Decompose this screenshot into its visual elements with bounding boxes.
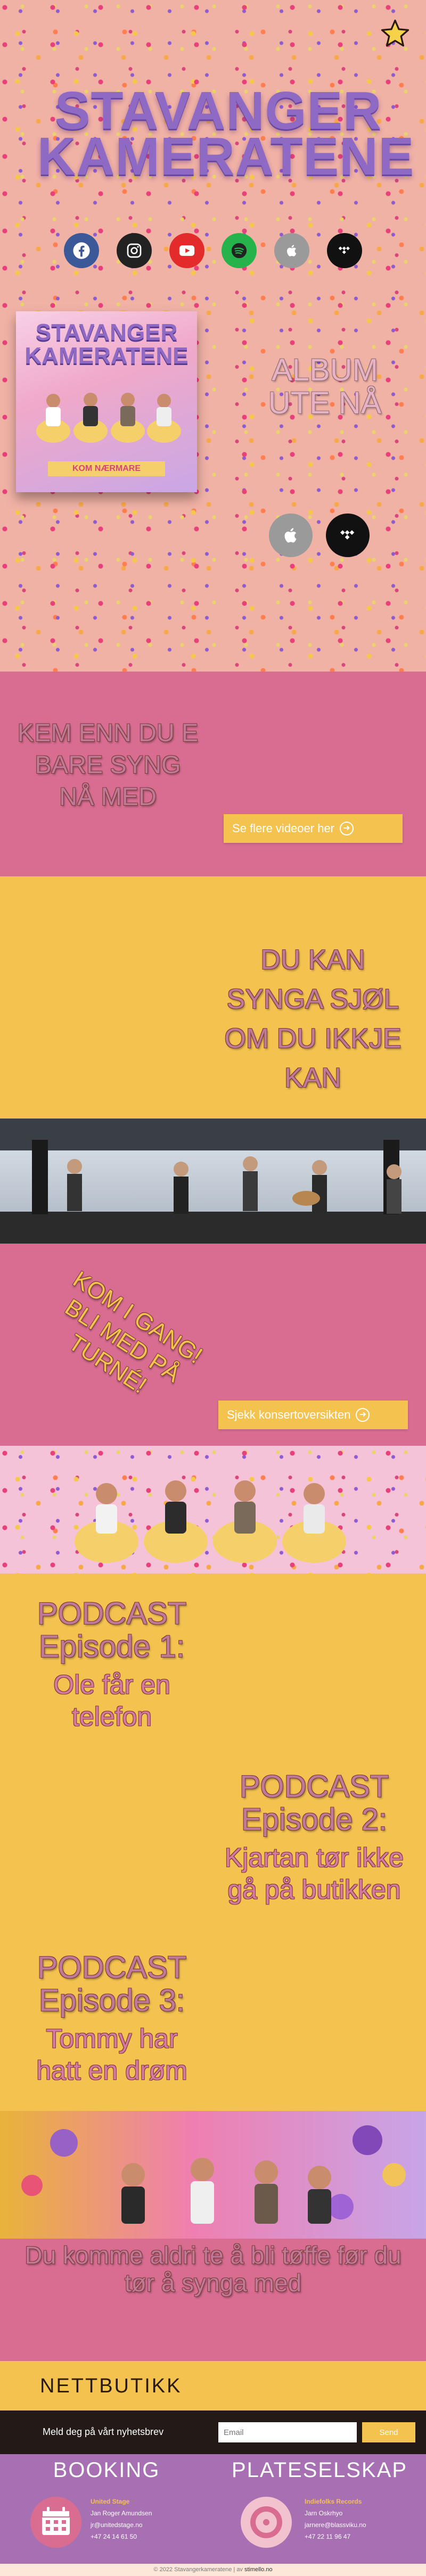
youtube-icon[interactable] (169, 233, 204, 268)
tidal-store-button[interactable] (326, 513, 370, 557)
podcast-episode-number: Episode 3: (38, 1983, 185, 2018)
tidal-icon[interactable] (326, 233, 362, 268)
band-logo-title: STAVANGER KAMERATENE (37, 84, 415, 186)
arrow-right-icon: ➜ (340, 822, 354, 835)
credit-link[interactable]: stimello.no (244, 2566, 273, 2573)
calendar-icon (30, 2497, 81, 2548)
concert-overview-label: Sjekk konsertoversikten (227, 1408, 351, 1421)
apple-music-store-button[interactable] (269, 513, 313, 557)
album-cover-title-line2: KAMERATENE (24, 343, 189, 369)
podcast-episode-1[interactable]: PODCAST Episode 1: Ole får en telefon (32, 1597, 192, 1733)
podcast-episode-number: Episode 2: (241, 1802, 388, 1837)
copyright-text: © 2022 Stavangerkameratene | av (153, 2566, 243, 2573)
videos-heading: KEM ENN DU E BARE SYNG NÅ MED (17, 718, 199, 810)
album-announcement-line1: ALBUM (272, 353, 378, 387)
podcast-label: PODCAST (37, 1950, 187, 1985)
record-label-contact: Indiefolks Records Jarn Oskrhyo jarnere@… (305, 2496, 366, 2542)
facebook-icon[interactable] (64, 233, 99, 268)
band-title-line2: KAMERATENE (37, 127, 415, 186)
band-members-illustration (36, 393, 181, 443)
sing-section: DU KAN SYNGA SJØL OM DU IKKJE KAN (0, 876, 426, 1119)
podcasts-section: PODCAST Episode 1: Ole får en telefon PO… (0, 1573, 426, 2111)
more-videos-button[interactable]: Se flere videoer her ➜ (224, 814, 403, 843)
podcast-label: PODCAST (239, 1769, 389, 1804)
podcast-episode-title: Kjartan tør ikke gå på butikken (224, 1843, 404, 1904)
sing-heading: DU KAN SYNGA SJØL OM DU IKKJE KAN (224, 945, 402, 1094)
more-videos-label: Se flere videoer her (232, 822, 334, 835)
band-photo (0, 1446, 426, 1573)
vinyl-record-icon (241, 2497, 292, 2548)
podcast-episode-number: Episode 1: (38, 1629, 185, 1664)
quote-section: Du komme aldri te å bli tøffe før du tør… (0, 2239, 426, 2361)
newsletter-email-input[interactable] (218, 2422, 357, 2442)
tour-heading: KOM I GANG! BLI MED PÅ TURNÉ! (60, 1266, 207, 1399)
booking-company: United Stage (91, 2498, 130, 2505)
party-photo (0, 2111, 426, 2239)
booking-email[interactable]: jr@unitedstage.no (91, 2519, 152, 2531)
podcast-episode-title: Tommy har hatt en drøm (36, 2024, 187, 2085)
booking-contact: United Stage Jan Roger Amundsen jr@unite… (91, 2496, 152, 2542)
quote-text: Du komme aldri te å bli tøffe før du tør… (24, 2241, 402, 2297)
concert-overview-button[interactable]: Sjekk konsertoversikten ➜ (218, 1401, 408, 1429)
record-label-phone[interactable]: +47 22 11 96 47 (305, 2531, 366, 2542)
videos-section: KEM ENN DU E BARE SYNG NÅ MED Se flere v… (0, 672, 426, 876)
album-cover-title-line1: STAVANGER (35, 319, 178, 345)
record-label-person: Jarn Oskrhyo (305, 2509, 343, 2517)
album-cover[interactable]: STAVANGER KAMERATENE KOM NÆRMARE (16, 311, 197, 492)
copyright-footer: © 2022 Stavangerkameratene | av stimello… (0, 2564, 426, 2576)
podcast-episode-2[interactable]: PODCAST Episode 2: Kjartan tør ikke gå p… (213, 1770, 415, 1906)
podcast-label: PODCAST (37, 1596, 187, 1631)
album-cover-subtitle: KOM NÆRMARE (48, 461, 165, 476)
apple-music-icon (284, 528, 297, 543)
record-label-company: Indiefolks Records (305, 2498, 362, 2505)
record-label-heading: PLATESELSKAP (231, 2458, 408, 2482)
album-announcement-line2: UTE NÅ (268, 386, 382, 420)
tour-section: KOM I GANG! BLI MED PÅ TURNÉ! Sjekk kons… (0, 1244, 426, 1446)
shop-link[interactable]: NETTBUTIKK (40, 2375, 182, 2398)
instagram-icon[interactable] (116, 233, 152, 268)
album-cover-title: STAVANGER KAMERATENE (16, 321, 197, 368)
podcast-episode-title: Ole får en telefon (53, 1670, 170, 1732)
newsletter-send-button[interactable]: Send (362, 2422, 415, 2442)
album-announcement: ALBUM UTE NÅ (234, 354, 415, 420)
shop-section: NETTBUTIKK (0, 2361, 426, 2411)
spotify-icon[interactable] (222, 233, 257, 268)
booking-heading: BOOKING (53, 2458, 160, 2482)
concert-photo (0, 1119, 426, 1244)
podcast-episode-3[interactable]: PODCAST Episode 3: Tommy har hatt en drø… (32, 1951, 192, 2086)
apple-music-icon[interactable] (274, 233, 310, 268)
booking-phone[interactable]: +47 24 14 61 50 (91, 2531, 152, 2542)
tidal-icon (340, 530, 355, 540)
booking-person: Jan Roger Amundsen (91, 2509, 152, 2517)
social-links (64, 233, 362, 268)
hero-section: STAVANGER KAMERATENE STAVANGER KAMERATEN… (0, 0, 426, 672)
contact-area: BOOKING PLATESELSKAP United Stage Jan Ro… (0, 2454, 426, 2564)
newsletter-bar: Meld deg på vårt nyhetsbrev Send (0, 2411, 426, 2454)
newsletter-label: Meld deg på vårt nyhetsbrev (43, 2426, 164, 2437)
record-label-email[interactable]: jarnere@blassviku.no (305, 2519, 366, 2531)
favorite-star-icon[interactable] (380, 19, 410, 48)
arrow-right-icon: ➜ (356, 1408, 370, 1422)
